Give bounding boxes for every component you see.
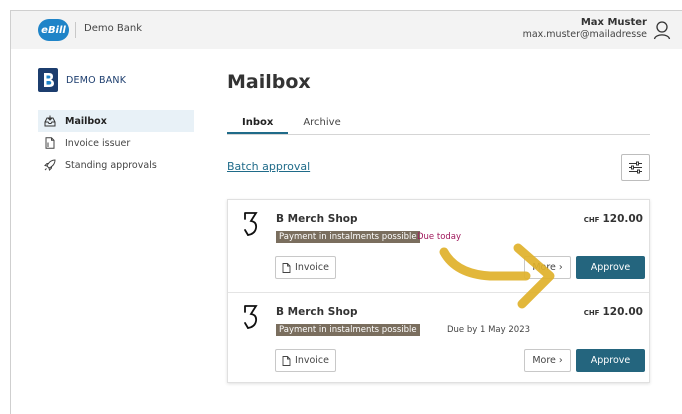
approve-button[interactable]: Approve xyxy=(576,349,645,372)
ebill-logo[interactable]: eBill xyxy=(38,19,69,41)
rocket-icon xyxy=(44,159,56,171)
tab-inbox[interactable]: Inbox xyxy=(227,111,289,134)
batch-approval-link[interactable]: Batch approval xyxy=(227,160,310,173)
window-frame xyxy=(0,0,682,10)
page-title: Mailbox xyxy=(227,71,311,93)
filter-button[interactable] xyxy=(621,154,650,181)
invoice-button-label: Invoice xyxy=(295,355,329,366)
main-area: DEMO BANK Mailbox Invoice issuer Standin… xyxy=(10,49,682,414)
bill-card[interactable]: B Merch Shop Payment in instalments poss… xyxy=(228,292,649,384)
due-date: Due today xyxy=(417,232,462,242)
brand: DEMO BANK xyxy=(38,68,126,92)
amount-value: 120.00 xyxy=(602,306,643,318)
top-bar: eBill Demo Bank Max Muster max.muster@ma… xyxy=(10,10,682,49)
invoice-button[interactable]: Invoice xyxy=(275,349,336,372)
sliders-icon xyxy=(629,161,642,174)
instalment-badge: Payment in instalments possible xyxy=(276,231,420,243)
tab-archive[interactable]: Archive xyxy=(288,111,355,134)
sidebar-item-label: Invoice issuer xyxy=(65,137,131,149)
bill-card[interactable]: B Merch Shop Payment in instalments poss… xyxy=(228,200,649,292)
sidebar-item-label: Mailbox xyxy=(65,115,107,127)
user-name: Max Muster xyxy=(580,17,647,28)
mailbox-tabs: Inbox Archive xyxy=(227,111,650,135)
sidebar-item-standing-approvals[interactable]: Standing approvals xyxy=(38,154,194,176)
merchant-name: B Merch Shop xyxy=(276,213,358,225)
invoice-button[interactable]: Invoice xyxy=(275,256,336,279)
user-email: max.muster@mailadresse xyxy=(522,29,647,40)
bill-amount: CHF 120.00 xyxy=(584,213,643,225)
due-date: Due by 1 May 2023 xyxy=(447,325,531,335)
demo-bank-logo-icon xyxy=(38,68,58,92)
merchant-name: B Merch Shop xyxy=(276,306,358,318)
currency-code: CHF xyxy=(583,309,600,317)
user-icon[interactable] xyxy=(653,20,671,40)
amount-value: 120.00 xyxy=(602,213,643,225)
more-button[interactable]: More › xyxy=(524,349,571,372)
sidebar-item-mailbox[interactable]: Mailbox xyxy=(38,110,194,132)
topbar-divider xyxy=(75,22,76,38)
invoice-button-label: Invoice xyxy=(295,262,329,273)
currency-code: CHF xyxy=(583,216,600,224)
mailbox-icon xyxy=(44,115,56,127)
merchant-logo-icon xyxy=(244,305,258,329)
brand-name: DEMO BANK xyxy=(66,74,127,86)
instalment-badge: Payment in instalments possible xyxy=(276,324,420,336)
merchant-logo-icon xyxy=(244,212,258,236)
document-icon xyxy=(282,355,291,366)
user-info[interactable]: Max Muster max.muster@mailadresse xyxy=(523,17,647,40)
sidebar-nav: Mailbox Invoice issuer Standing approval… xyxy=(38,110,194,176)
sidebar-item-invoice-issuer[interactable]: Invoice issuer xyxy=(38,132,194,154)
bill-list: B Merch Shop Payment in instalments poss… xyxy=(227,199,650,383)
bill-amount: CHF 120.00 xyxy=(584,306,643,318)
more-button[interactable]: More › xyxy=(524,256,571,279)
bank-title: Demo Bank xyxy=(84,23,143,34)
approve-button[interactable]: Approve xyxy=(576,256,645,279)
document-icon xyxy=(45,137,55,149)
document-icon xyxy=(282,262,291,273)
sidebar-item-label: Standing approvals xyxy=(65,159,157,171)
